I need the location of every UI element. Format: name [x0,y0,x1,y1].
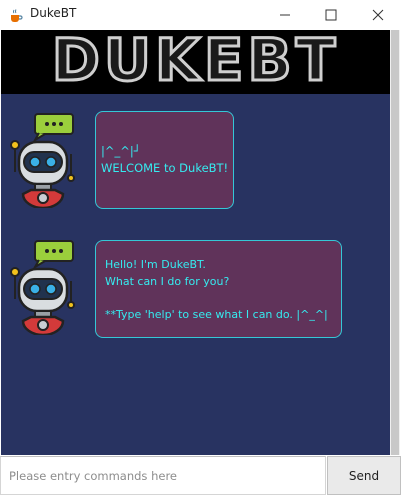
banner-text: DUKEBT [50,30,340,94]
minimize-icon [280,14,290,16]
maximize-button[interactable] [308,0,354,30]
message-line: |^_^|┘ [101,144,141,158]
chat-scrollbar[interactable] [390,30,400,455]
command-input[interactable] [0,456,326,495]
message-line [105,290,341,307]
java-cup-icon [9,8,23,22]
title-bar[interactable]: DukeBT [0,0,401,30]
minimize-button[interactable] [262,0,308,30]
close-icon [372,9,384,21]
message-line: Hello! I'm DukeBT. [105,258,206,271]
close-button[interactable] [355,0,401,30]
window-title: DukeBT [30,6,77,20]
robot-icon [7,239,75,337]
scroll-thumb[interactable] [391,30,399,455]
chat-area[interactable]: |^_^|┘ WELCOME to DukeBT! Hello! I'm Duk… [1,94,390,455]
send-button[interactable]: Send [327,456,401,495]
message-line: **Type 'help' to see what I can do. |^_^… [105,307,328,321]
message-bubble: |^_^|┘ WELCOME to DukeBT! [95,111,234,209]
maximize-icon [325,9,337,21]
message-line: What can I do for you? [105,274,230,288]
robot-icon [7,112,75,210]
message-line: WELCOME to DukeBT! [101,160,229,175]
banner-logo: DUKEBT [1,30,390,94]
message-bubble: Hello! I'm DukeBT. What can I do for you… [95,240,342,338]
